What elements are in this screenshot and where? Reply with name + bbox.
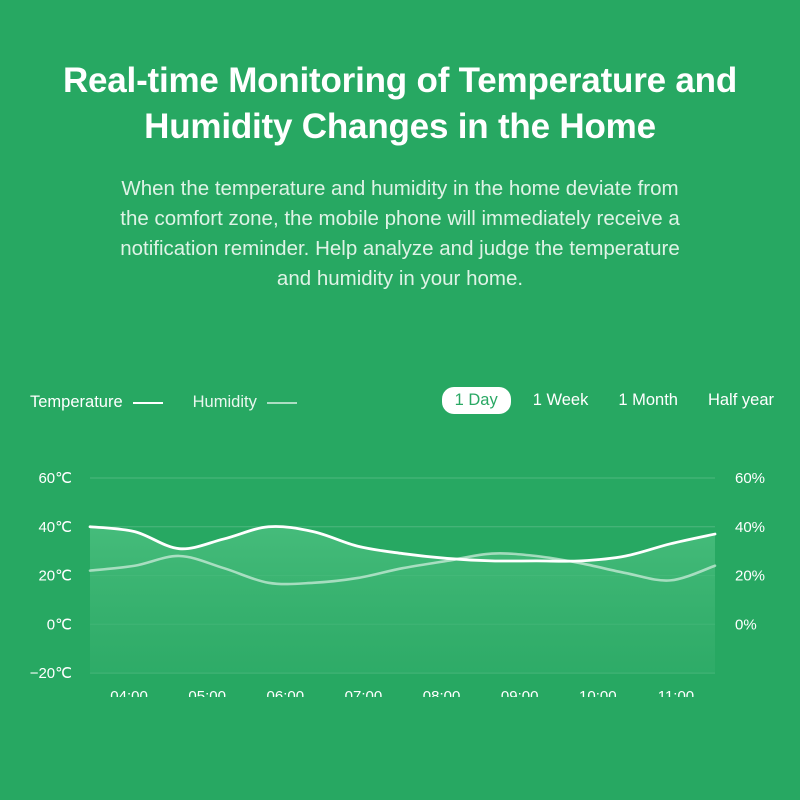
svg-text:05:00: 05:00 (188, 688, 226, 697)
chart-toolbar: Temperature Humidity 1 Day 1 Week 1 Mont… (0, 385, 800, 427)
time-range-tabs[interactable]: 1 Day 1 Week 1 Month Half year (441, 387, 782, 414)
svg-text:10:00: 10:00 (579, 688, 617, 697)
svg-text:09:00: 09:00 (501, 688, 539, 697)
legend-item-humidity: Humidity (193, 393, 305, 412)
svg-text:−20℃: −20℃ (30, 665, 72, 682)
legend-label-humidity: Humidity (192, 393, 257, 411)
svg-text:40%: 40% (735, 519, 765, 536)
page-subtitle: When the temperature and humidity in the… (120, 177, 680, 290)
svg-text:60%: 60% (735, 470, 765, 487)
chart-plot-area[interactable]: 60℃ 40℃ 20℃ 0℃ −20℃ 60% 40% 20% 0% 04:00 05:00 06… (0, 427, 800, 697)
tab-1-month[interactable]: 1 Month (610, 387, 686, 414)
y-axis-right-labels: 60% 40% 20% 0% (735, 470, 765, 633)
page-title: Real-time Monitoring of Temperature and … (62, 61, 738, 146)
legend-line-humidity-icon (266, 401, 297, 404)
svg-text:08:00: 08:00 (423, 688, 461, 697)
svg-text:06:00: 06:00 (267, 688, 305, 697)
svg-text:11:00: 11:00 (658, 688, 694, 697)
chart-section: Temperature Humidity 1 Day 1 Week 1 Mont… (0, 385, 800, 745)
y-axis-left-labels: 60℃ 40℃ 20℃ 0℃ −20℃ (30, 470, 72, 682)
svg-text:0%: 0% (735, 616, 757, 633)
legend-item-temperature: Temperature (30, 393, 171, 412)
legend-line-temperature-icon (132, 401, 163, 404)
svg-text:60℃: 60℃ (38, 470, 72, 487)
legend-label-temperature: Temperature (30, 393, 123, 411)
svg-text:20%: 20% (735, 568, 765, 585)
tab-half-year[interactable]: Half year (700, 387, 782, 414)
svg-text:04:00: 04:00 (110, 688, 148, 697)
hero-section: Real-time Monitoring of Temperature and … (0, 0, 800, 294)
chart-legend: Temperature Humidity (30, 393, 305, 412)
svg-text:20℃: 20℃ (38, 568, 72, 585)
svg-text:07:00: 07:00 (345, 688, 383, 697)
svg-text:0℃: 0℃ (47, 616, 72, 633)
line-chart-svg[interactable]: 60℃ 40℃ 20℃ 0℃ −20℃ 60% 40% 20% 0% 04:00 05:00 06… (0, 427, 800, 697)
tab-1-day[interactable]: 1 Day (441, 387, 511, 414)
tab-1-week[interactable]: 1 Week (525, 387, 597, 414)
x-axis-labels: 04:00 05:00 06:00 07:00 08:00 09:00 10:00 11:00 (110, 688, 694, 697)
svg-text:40℃: 40℃ (38, 519, 72, 536)
